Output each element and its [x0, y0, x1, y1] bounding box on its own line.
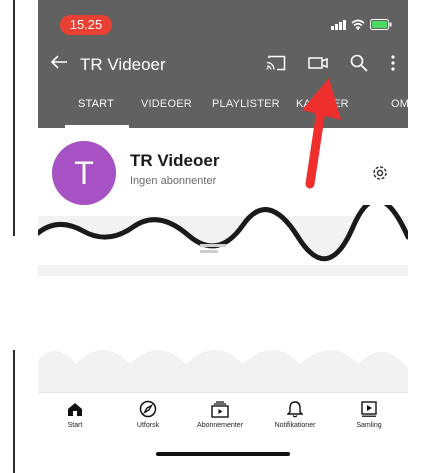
home-indicator-bar — [156, 452, 290, 456]
tab-videos[interactable]: VIDEOER — [141, 98, 192, 110]
camera-icon[interactable] — [308, 55, 328, 76]
cast-icon[interactable] — [266, 55, 286, 76]
nav-subscriptions-label: Abonnementer — [197, 422, 243, 429]
nav-notifications[interactable]: Notifikationer — [260, 399, 330, 429]
nav-home-label: Start — [67, 422, 83, 429]
battery-icon — [370, 19, 392, 30]
nav-explore[interactable]: Utforsk — [113, 399, 183, 429]
torn-edge-bottom — [38, 318, 408, 368]
wifi-icon — [351, 19, 365, 30]
bell-icon — [260, 399, 330, 419]
channel-name: TR Videoer — [130, 151, 220, 170]
channel-tabs: START VIDEOER PLAYLISTER KANALER OM — [38, 90, 408, 128]
subscriber-count: Ingen abonnenter — [130, 175, 217, 187]
left-frame-line — [13, 0, 15, 236]
nav-notifications-label: Notifikationer — [274, 422, 316, 429]
left-frame-line-lower — [13, 350, 15, 473]
status-icons — [331, 19, 392, 30]
gear-icon[interactable] — [370, 163, 390, 188]
more-vert-icon[interactable] — [390, 54, 396, 77]
annotation-arrow — [302, 78, 341, 189]
bottom-navigation: Start Utforsk Abonnementer Notifikatione… — [38, 392, 408, 441]
subscriptions-icon — [185, 399, 255, 419]
tab-playlists[interactable]: PLAYLISTER — [212, 98, 280, 110]
nav-library[interactable]: Samling — [334, 399, 404, 429]
phone-screen: 15.25 TR Videoer START VIDEOER PLAYLISTE… — [38, 0, 408, 473]
nav-home[interactable]: Start — [40, 399, 110, 429]
tab-about[interactable]: OM — [391, 98, 408, 110]
nav-explore-label: Utforsk — [136, 422, 160, 429]
channel-avatar[interactable]: T — [52, 141, 116, 205]
nav-library-label: Samling — [356, 422, 382, 429]
status-bar: 15.25 — [38, 0, 408, 40]
menu-lines-icon — [200, 244, 226, 263]
explore-icon — [113, 399, 183, 419]
library-icon — [334, 399, 404, 419]
back-arrow-icon[interactable] — [50, 54, 68, 75]
nav-subscriptions[interactable]: Abonnementer — [185, 399, 255, 429]
search-icon[interactable] — [350, 54, 368, 77]
signal-icon — [331, 20, 346, 30]
app-bar: TR Videoer — [38, 40, 408, 90]
tab-start[interactable]: START — [78, 98, 114, 110]
status-time: 15.25 — [60, 15, 112, 35]
tab-selected-indicator — [65, 125, 129, 128]
home-icon — [40, 399, 110, 419]
app-bar-title: TR Videoer — [80, 55, 166, 74]
